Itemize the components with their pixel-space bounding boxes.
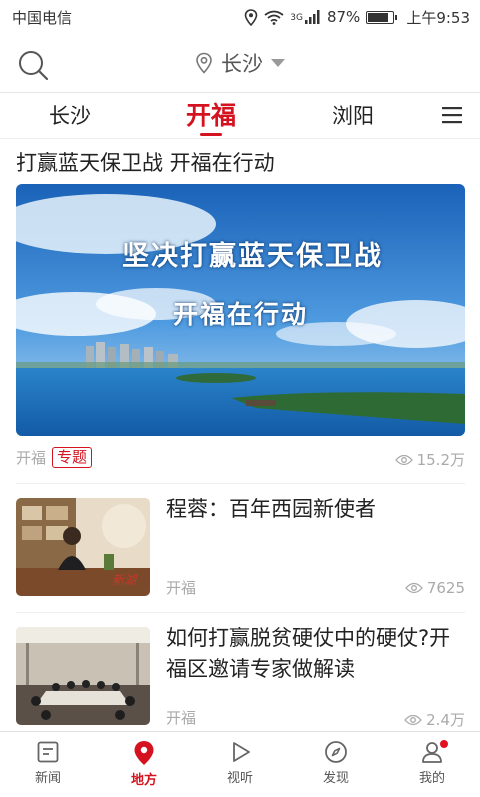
topic-tag[interactable]: 专题: [52, 447, 93, 468]
status-bar: 中国电信 3G 87% 上午9:53: [0, 0, 480, 34]
news-view-count: 7625: [426, 579, 465, 597]
nav-video-label: 视听: [226, 771, 253, 786]
nav-profile[interactable]: 我的: [384, 732, 480, 797]
city-label: 长沙: [221, 52, 263, 76]
caret-down-icon: [271, 58, 285, 67]
nav-discover[interactable]: 发现: [288, 732, 384, 797]
play-icon: [233, 742, 250, 762]
news-meta: 开福: [166, 577, 196, 598]
news-thumbnail[interactable]: 新湖: [16, 498, 150, 596]
nav-news-label: 新闻: [34, 771, 61, 786]
feature-meta: 开福 专题: [16, 447, 93, 468]
search-icon: [19, 51, 49, 81]
nav-local[interactable]: 地方: [96, 732, 192, 797]
eye-icon: [394, 454, 413, 465]
notification-dot: [440, 740, 448, 748]
location-pin-outline-icon: [196, 52, 212, 74]
divider: [16, 483, 465, 484]
eye-icon: [404, 714, 423, 725]
feature-title[interactable]: 打赢蓝天保卫战 开福在行动: [16, 147, 275, 177]
feature-image[interactable]: 坚决打赢蓝天保卫战 开福在行动: [16, 184, 465, 436]
status-icons: 3G 87% 上午9:53: [244, 7, 470, 28]
feature-views: 15.2万: [394, 449, 465, 470]
network-type-label: 3G: [290, 12, 303, 23]
channel-menu-button[interactable]: [442, 106, 462, 124]
wifi-icon: [264, 10, 284, 25]
nav-video[interactable]: 视听: [192, 732, 288, 797]
clock: 上午9:53: [406, 8, 470, 27]
bottom-nav: 新闻 地方 视听 发现 我的: [0, 731, 480, 797]
menu-icon: [442, 107, 462, 124]
news-source: 开福: [166, 579, 197, 597]
carrier-label: 中国电信: [12, 8, 73, 27]
feature-image-caption: 坚决打赢蓝天保卫战 开福在行动: [16, 234, 465, 331]
news-meta: 开福: [166, 707, 196, 728]
nav-discover-label: 发现: [322, 771, 349, 786]
svg-text:新湖: 新湖: [112, 573, 138, 587]
tab-changsha[interactable]: 长沙: [25, 93, 115, 139]
location-icon: [244, 8, 258, 26]
location-pin-icon: [134, 741, 154, 765]
news-icon: [37, 741, 59, 763]
nav-news[interactable]: 新闻: [0, 732, 96, 797]
compass-icon: [325, 741, 347, 763]
feature-view-count: 15.2万: [416, 451, 465, 469]
divider: [16, 612, 465, 613]
news-view-count: 2.4万: [426, 711, 465, 729]
channel-tabs: 长沙 开福 浏阳: [0, 92, 480, 139]
signal-icon: [304, 10, 320, 24]
feature-image-text-line1: 坚决打赢蓝天保卫战: [122, 241, 383, 272]
news-views: 2.4万: [404, 709, 465, 730]
header: 长沙: [0, 34, 480, 92]
eye-icon: [404, 582, 423, 594]
search-button[interactable]: [16, 48, 50, 82]
battery-percent: 87%: [326, 8, 361, 26]
tab-kaifu[interactable]: 开福: [166, 93, 256, 139]
nav-profile-label: 我的: [418, 771, 445, 786]
feature-image-text-line2: 开福在行动: [172, 300, 308, 329]
nav-local-label: 地方: [130, 773, 157, 788]
tab-liuyang[interactable]: 浏阳: [308, 93, 398, 139]
news-title[interactable]: 程蓉：百年西园新使者: [166, 494, 466, 525]
feature-source: 开福: [16, 449, 47, 467]
battery-icon: [366, 10, 398, 24]
news-views: 7625: [404, 579, 465, 597]
news-source: 开福: [166, 709, 197, 727]
news-title[interactable]: 如何打赢脱贫硬仗中的硬仗?开福区邀请专家做解读: [166, 623, 466, 685]
news-thumbnail[interactable]: [16, 627, 150, 725]
city-selector[interactable]: 长沙: [195, 48, 285, 78]
